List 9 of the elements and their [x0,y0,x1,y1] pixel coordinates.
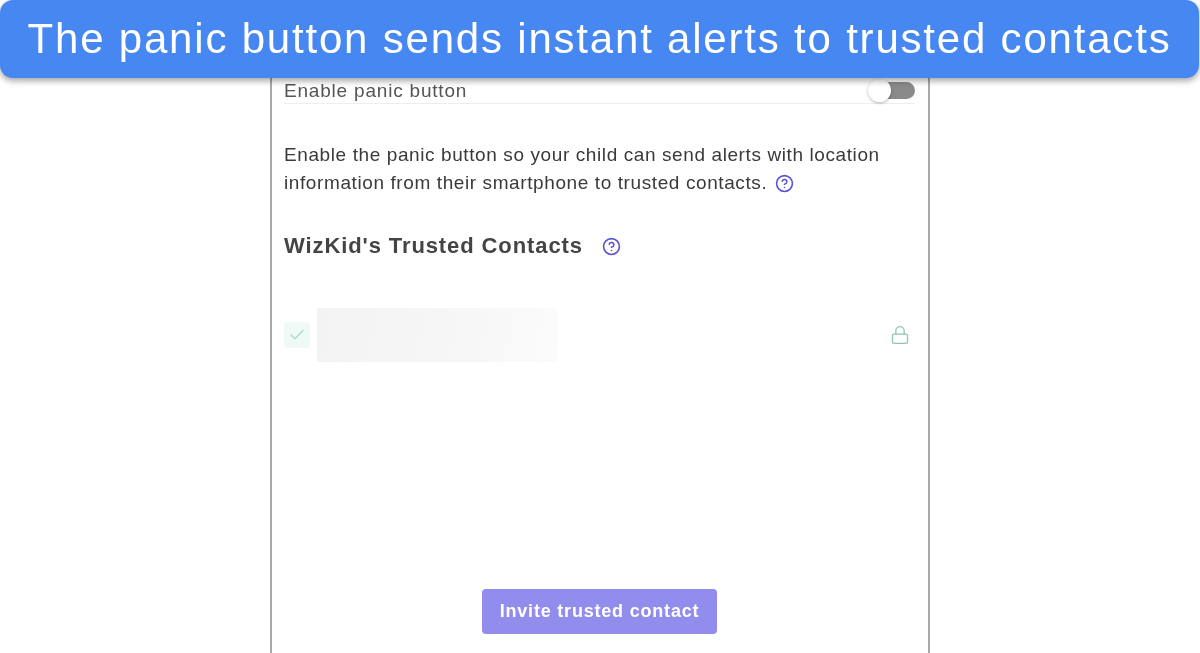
description-text: Enable the panic button so your child can send alerts with location [284,144,880,166]
description-text: information from their smartphone to trusted contacts. [284,172,768,194]
panic-toggle-switch[interactable] [868,79,915,102]
contact-checkbox[interactable] [284,322,310,348]
section-heading: WizKid's Trusted Contacts [284,233,583,259]
caption-text: The panic button sends instant alerts to trusted contacts [27,15,1172,63]
help-icon[interactable] [775,173,795,193]
help-icon[interactable] [601,236,621,256]
toggle-label: Enable panic button [284,80,468,102]
